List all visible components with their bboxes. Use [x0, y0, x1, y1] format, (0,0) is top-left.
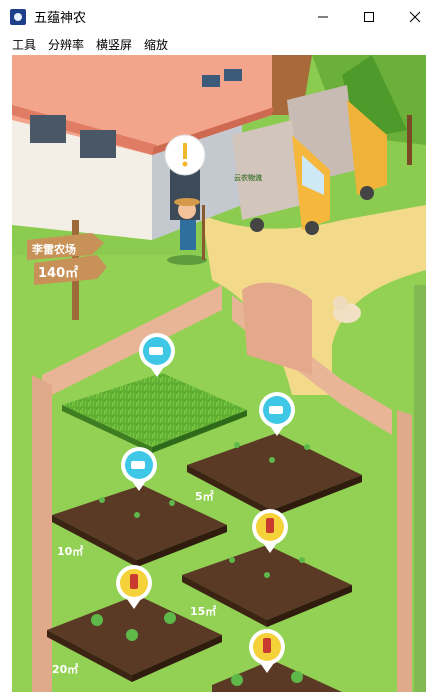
watering-can-icon	[131, 461, 145, 469]
spray-bottle-icon	[263, 638, 271, 653]
maximize-icon	[364, 11, 374, 22]
menu-orientation[interactable]: 横竖屏	[90, 36, 138, 53]
spray-bottle-icon	[266, 518, 274, 533]
farm-scene[interactable]: 云农物流 李雷农场 140㎡ 5㎡ 10㎡ 15㎡ 20㎡	[12, 55, 426, 692]
spray-bottle-icon	[130, 574, 138, 589]
farm-area: 140㎡	[38, 265, 78, 281]
plot-1-area: 5㎡	[195, 489, 214, 503]
watering-can-icon	[149, 347, 163, 355]
menu-tools[interactable]: 工具	[6, 36, 42, 53]
app-icon	[10, 8, 26, 25]
plot-4-area: 20㎡	[52, 662, 78, 676]
app-window: 五蕴神农 工具 分辨率 横竖屏 缩放 云农物流 李雷农场 140㎡ 5㎡ 10㎡…	[0, 0, 438, 698]
menu-resolution[interactable]: 分辨率	[42, 36, 90, 53]
watering-can-icon	[269, 406, 283, 414]
plot-3-area: 15㎡	[190, 604, 216, 618]
menu-bar: 工具 分辨率 横竖屏 缩放	[0, 33, 438, 55]
minimize-icon	[318, 16, 328, 17]
speech-bubble[interactable]	[164, 134, 206, 176]
maximize-button[interactable]	[346, 0, 392, 33]
close-button[interactable]	[392, 0, 438, 33]
truck-sign: 云农物流	[234, 173, 262, 182]
menu-zoom[interactable]: 缩放	[138, 36, 174, 53]
exclamation-icon	[183, 143, 187, 159]
window-title: 五蕴神农	[34, 11, 87, 26]
farm-name: 李雷农场	[31, 242, 76, 256]
title-bar[interactable]: 五蕴神农	[0, 0, 438, 33]
plot-2-area: 10㎡	[57, 544, 83, 558]
minimize-button[interactable]	[300, 0, 346, 33]
close-icon	[409, 11, 421, 22]
farm-canvas: 云农物流 李雷农场 140㎡ 5㎡ 10㎡ 15㎡ 20㎡	[12, 55, 426, 692]
